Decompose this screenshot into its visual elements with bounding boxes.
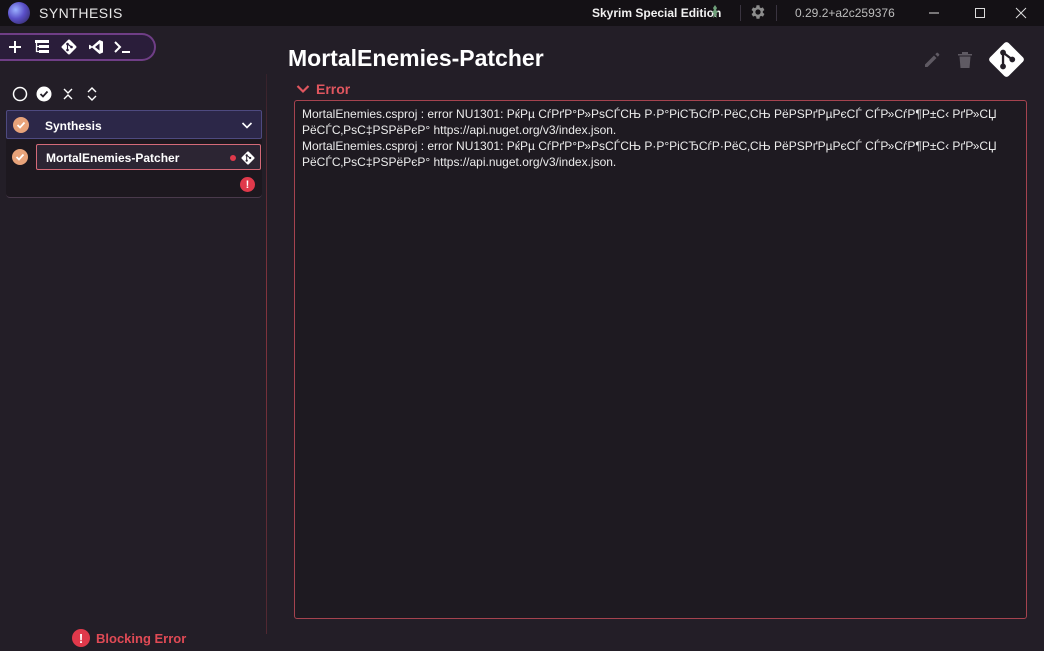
trash-icon[interactable] [956,50,974,70]
plus-icon [9,41,21,53]
blocking-error-indicator[interactable]: ! Blocking Error [72,628,186,648]
group-name: Synthesis [45,119,102,133]
list-tree-icon [35,40,49,53]
blocking-error-label: Blocking Error [96,630,187,646]
check-icon [15,153,25,161]
expand-icon [87,87,97,101]
git-patcher-button[interactable] [57,36,81,58]
synthesis-logo-icon [8,2,30,24]
patcher-item-mortalenemies[interactable]: MortalEnemies-Patcher [36,144,261,170]
collapse-all-button[interactable] [60,86,76,102]
git-icon [241,151,255,165]
patcher-group-panel: Synthesis MortalEnemies-Patcher ! [6,110,262,198]
manage-list-button[interactable] [30,36,54,58]
select-all-button[interactable] [36,86,52,102]
app-title: SYNTHESIS [39,5,123,21]
error-line: MortalEnemies.csproj : error NU1301: РќР… [302,107,1001,137]
gear-icon[interactable] [749,3,767,21]
group-header[interactable]: Synthesis [6,110,262,139]
version-label: 0.29.2+a2c259376 [795,6,895,20]
chevron-down-icon[interactable] [241,119,253,131]
error-line: MortalEnemies.csproj : error NU1301: РќР… [302,139,1001,169]
skyrim-dragon-icon [712,5,718,18]
sidebar-divider [266,74,267,634]
select-none-icon [12,86,28,102]
close-button[interactable] [998,0,1044,26]
game-name[interactable]: Skyrim Special Edition [592,6,721,20]
patcher-enabled-toggle[interactable] [12,149,28,165]
chevron-down-icon [296,85,310,94]
add-patcher-button[interactable] [3,36,27,58]
error-section-label: Error [316,81,351,97]
minimize-icon [929,12,939,14]
check-icon [16,121,26,129]
error-output-box[interactable]: MortalEnemies.csproj : error NU1301: РќР… [294,100,1027,619]
error-section-toggle[interactable]: Error [296,80,350,98]
error-icon: ! [72,629,90,647]
titlebar-separator [776,5,777,21]
selection-controls [12,85,100,103]
close-icon [1015,7,1027,19]
titlebar-separator [740,5,741,21]
group-error-badge: ! [240,177,255,192]
git-repo-icon[interactable] [988,41,1025,78]
collapse-icon [63,88,73,100]
cli-patcher-button[interactable] [111,36,135,58]
error-indicator-dot [230,155,236,161]
patcher-toolbar [0,33,156,61]
select-none-button[interactable] [12,86,28,102]
visual-studio-icon [89,40,103,54]
group-enabled-toggle[interactable] [13,117,29,133]
terminal-icon [114,41,130,53]
maximize-button[interactable] [957,0,1003,26]
title-bar: SYNTHESIS Skyrim Special Edition 0.29.2+… [0,0,1044,26]
patcher-name: MortalEnemies-Patcher [46,151,180,165]
maximize-icon [975,8,985,18]
expand-all-button[interactable] [84,86,100,102]
pencil-icon[interactable] [922,50,942,70]
minimize-button[interactable] [911,0,957,26]
page-title: MortalEnemies-Patcher [288,45,544,71]
git-icon [61,39,77,55]
select-all-icon [36,86,52,102]
visual-studio-button[interactable] [84,36,108,58]
